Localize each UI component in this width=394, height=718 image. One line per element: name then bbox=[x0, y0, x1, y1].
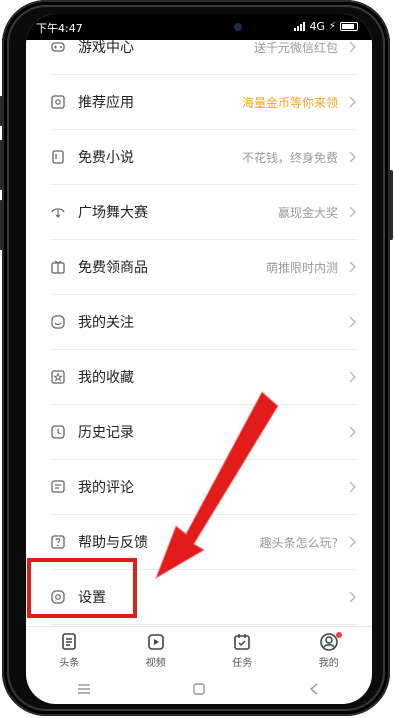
camera-icon bbox=[234, 23, 242, 31]
tab-task[interactable]: 任务 bbox=[199, 627, 286, 673]
chevron-right-icon bbox=[348, 95, 358, 109]
app-icon bbox=[50, 94, 66, 110]
chevron-right-icon bbox=[348, 150, 358, 164]
status-bar: 下午4:47 4G ⚡ bbox=[26, 14, 372, 40]
chevron-right-icon bbox=[348, 535, 358, 549]
bottom-tab-bar: 头条 视频 任务 我的 bbox=[26, 626, 372, 673]
menu-item-subtitle: 赢现金大奖 bbox=[277, 205, 338, 220]
menu-item-subtitle: 不花钱，终身免费 bbox=[241, 150, 338, 165]
tab-label: 我的 bbox=[318, 657, 339, 669]
chevron-right-icon bbox=[348, 40, 358, 54]
settings-menu-list: 游戏中心 送千元微信红包推荐应用 海量金币等你来领免费小说 不花钱，终身免费广场舞大赛… bbox=[26, 20, 372, 625]
back-icon bbox=[310, 683, 318, 695]
task-icon bbox=[234, 633, 251, 650]
tab-label: 任务 bbox=[232, 657, 253, 669]
chevron-right-icon bbox=[348, 425, 358, 439]
status-right: 4G ⚡ bbox=[294, 20, 358, 33]
menu-item-label: 帮助与反馈 bbox=[78, 535, 148, 551]
signal-icon bbox=[294, 22, 306, 31]
menu-item[interactable]: 历史记录 bbox=[50, 405, 358, 460]
tab-video[interactable]: 视频 bbox=[113, 627, 200, 673]
menu-item[interactable]: 免费领商品 萌推限时内测 bbox=[50, 240, 358, 295]
menu-item-label: 历史记录 bbox=[78, 425, 134, 441]
video-icon bbox=[147, 633, 164, 650]
star-icon bbox=[50, 369, 66, 385]
menu-item-label: 推荐应用 bbox=[78, 95, 134, 111]
menu-item-label: 我的评论 bbox=[78, 480, 134, 496]
tab-label: 视频 bbox=[145, 657, 166, 669]
tab-profile[interactable]: 我的 bbox=[286, 627, 373, 673]
gamepad-icon bbox=[50, 39, 66, 55]
battery-icon bbox=[340, 22, 358, 31]
chevron-right-icon bbox=[348, 480, 358, 494]
chevron-right-icon bbox=[348, 590, 358, 604]
back-nav-button[interactable] bbox=[294, 679, 334, 699]
screen: 游戏中心 送千元微信红包推荐应用 海量金币等你来领免费小说 不花钱，终身免费广场舞大赛… bbox=[26, 14, 372, 704]
tab-news[interactable]: 头条 bbox=[26, 627, 113, 673]
menu-item-label: 我的收藏 bbox=[78, 370, 134, 386]
phone-frame: 游戏中心 送千元微信红包推荐应用 海量金币等你来领免费小说 不花钱，终身免费广场舞大赛… bbox=[0, 0, 393, 716]
chevron-right-icon bbox=[348, 260, 358, 274]
menu-item-label: 免费小说 bbox=[78, 150, 134, 166]
menu-item[interactable]: 广场舞大赛 赢现金大奖 bbox=[50, 185, 358, 240]
dance-icon bbox=[50, 204, 66, 220]
notification-dot bbox=[335, 632, 342, 638]
menu-item[interactable]: 我的收藏 bbox=[50, 350, 358, 405]
chevron-right-icon bbox=[348, 315, 358, 329]
comment-icon bbox=[50, 479, 66, 495]
home-square-icon bbox=[193, 683, 205, 695]
smile-icon bbox=[50, 314, 66, 330]
settings-highlight-box bbox=[27, 558, 137, 618]
menu-item[interactable]: 我的关注 bbox=[50, 295, 358, 350]
volume-button bbox=[0, 96, 3, 126]
home-nav-button[interactable] bbox=[179, 679, 219, 699]
menu-item[interactable]: 免费小说 不花钱，终身免费 bbox=[50, 130, 358, 185]
notch bbox=[126, 14, 272, 38]
tab-label: 头条 bbox=[59, 657, 80, 669]
system-nav-bar bbox=[26, 674, 372, 704]
menu-item-label: 我的关注 bbox=[78, 315, 134, 331]
help-icon bbox=[50, 534, 66, 550]
power-button bbox=[389, 170, 393, 240]
gift-icon bbox=[50, 259, 66, 275]
menu-item-label: 免费领商品 bbox=[78, 260, 148, 276]
clock-icon bbox=[50, 424, 66, 440]
book-icon bbox=[50, 149, 66, 165]
menu-item-label: 游戏中心 bbox=[78, 40, 134, 56]
menu-item-subtitle: 海量金币等你来领 bbox=[241, 95, 338, 110]
menu-nav-button[interactable] bbox=[64, 679, 104, 699]
menu-item[interactable]: 我的评论 bbox=[50, 460, 358, 515]
chevron-right-icon bbox=[348, 205, 358, 219]
menu-item-label: 广场舞大赛 bbox=[78, 205, 148, 221]
menu-item-subtitle: 趣头条怎么玩? bbox=[259, 535, 338, 550]
status-time: 下午4:47 bbox=[36, 22, 83, 35]
network-type: 4G bbox=[309, 20, 325, 33]
menu-item[interactable]: 推荐应用 海量金币等你来领 bbox=[50, 75, 358, 130]
chevron-right-icon bbox=[348, 370, 358, 384]
menu-icon bbox=[77, 684, 90, 694]
charging-icon: ⚡ bbox=[328, 21, 336, 32]
volume-up-button bbox=[0, 140, 3, 190]
menu-item-subtitle: 送千元微信红包 bbox=[253, 40, 338, 55]
news-icon bbox=[62, 632, 77, 650]
volume-down-button bbox=[0, 200, 3, 250]
menu-item-subtitle: 萌推限时内测 bbox=[265, 260, 338, 275]
